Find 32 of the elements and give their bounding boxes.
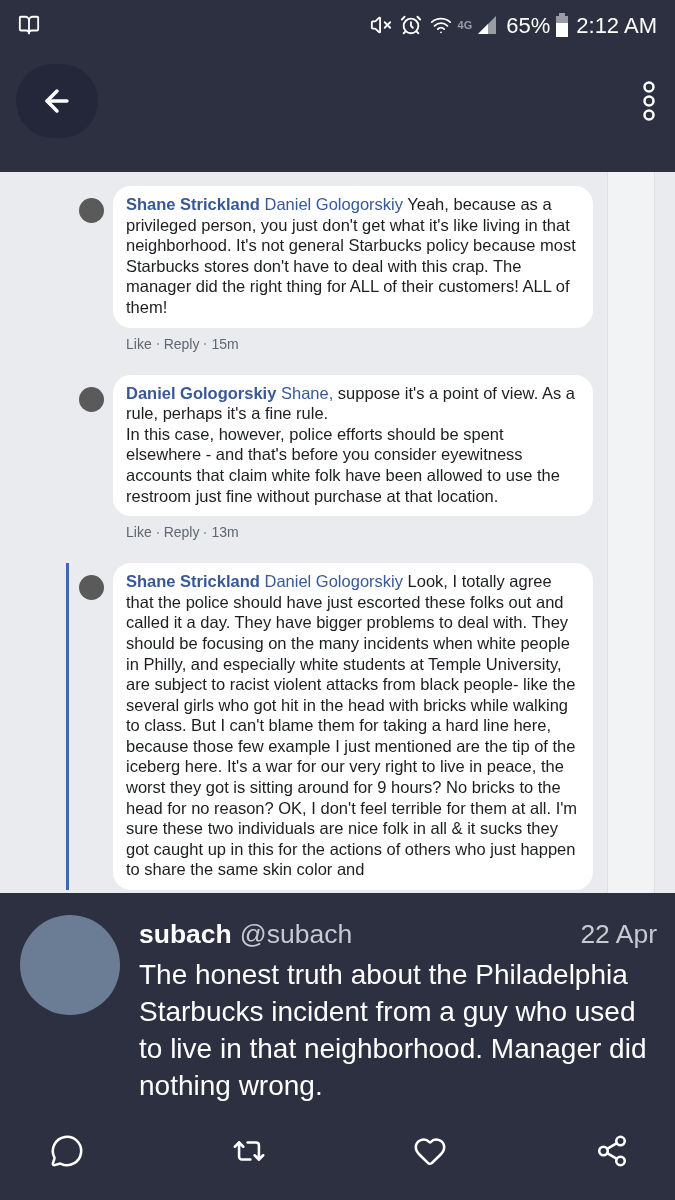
comment-text: Daniel Gologorskiy Shane, suppose it's a point of view. As a rule, perhaps it's a fine rule. In this case, however, police efforts should be spent elsewhere - and that's before you consider eyewitness accounts that claim white folk have been allowed to use the restroom just fine without purchase at that location. [126, 382, 576, 507]
network-label: 4G [457, 17, 473, 33]
mention-link[interactable]: Shane, [280, 383, 334, 402]
clock-time: 2:12 AM [576, 11, 657, 40]
mute-icon [369, 14, 392, 36]
avatar [79, 386, 104, 412]
book-icon [18, 14, 40, 36]
reply-icon[interactable] [50, 1133, 84, 1168]
more-options-icon[interactable] [641, 81, 657, 121]
mention-link[interactable]: Daniel Gologorskiy [264, 572, 403, 591]
tweet-date: 22 Apr [580, 918, 657, 951]
like-link[interactable]: Like [126, 522, 152, 544]
author-name[interactable]: Daniel Gologorskiy [126, 383, 277, 402]
author-name[interactable]: Shane Strickland [126, 572, 260, 591]
battery-icon [556, 13, 569, 37]
reply-link[interactable]: Reply [163, 333, 200, 355]
tweet-text: The honest truth about the Philadelphia Starbucks incident from a guy who used to live in that neighborhood. Manager did nothing wrong. [139, 957, 648, 1103]
like-link[interactable]: Like [126, 333, 152, 355]
signal-icon [476, 14, 499, 36]
battery-level: 65% [506, 11, 551, 40]
comment-text: Shane Strickland Daniel Gologorskiy Yeah, because as a privileged person, you just don't get what it's like living in that neighborhood. It's not general Starbucks policy because most Starbucks stores don't have to deal with this crap. The manager did the right thing for ALL of their customers! ALL of them! [126, 194, 577, 318]
avatar [79, 575, 104, 601]
author-name[interactable]: Shane Strickland [126, 195, 260, 213]
user-name[interactable]: subach [139, 915, 232, 955]
reply-link[interactable]: Reply [163, 522, 200, 544]
avatar [79, 198, 104, 223]
comment-text: Shane Strickland Daniel Gologorskiy Look, I totally agree that the police should have just escorted these folks out and called it a day. They have bigger problems to deal with. They should be focusing on the many incidents when white people in Philly, and especially white students at Temple University, are subject to racist violent attacks from black people- like the several girls who got hit in the head with bricks while walking to class. But I can't blame them for taking a hard line here, because those few example I just mentioned are the tip of the iceberg here. It's a war for our very right to live in peace, the worst they got is sitting around for 9 hours? No bricks to the head for no reason? OK, I don't feel terrible for them at all. I'm sure these two individuals are nice folk in all & it sucks they got caught up in this for the actions of others who just happen to share the same skin color and [126, 571, 579, 881]
user-handle[interactable]: @subach [239, 915, 353, 955]
alarm-icon [399, 14, 422, 36]
mention-link[interactable]: Daniel Gologorskiy [264, 195, 403, 213]
comment-time: 15m [211, 334, 239, 354]
comment-time: 13m [211, 523, 239, 543]
